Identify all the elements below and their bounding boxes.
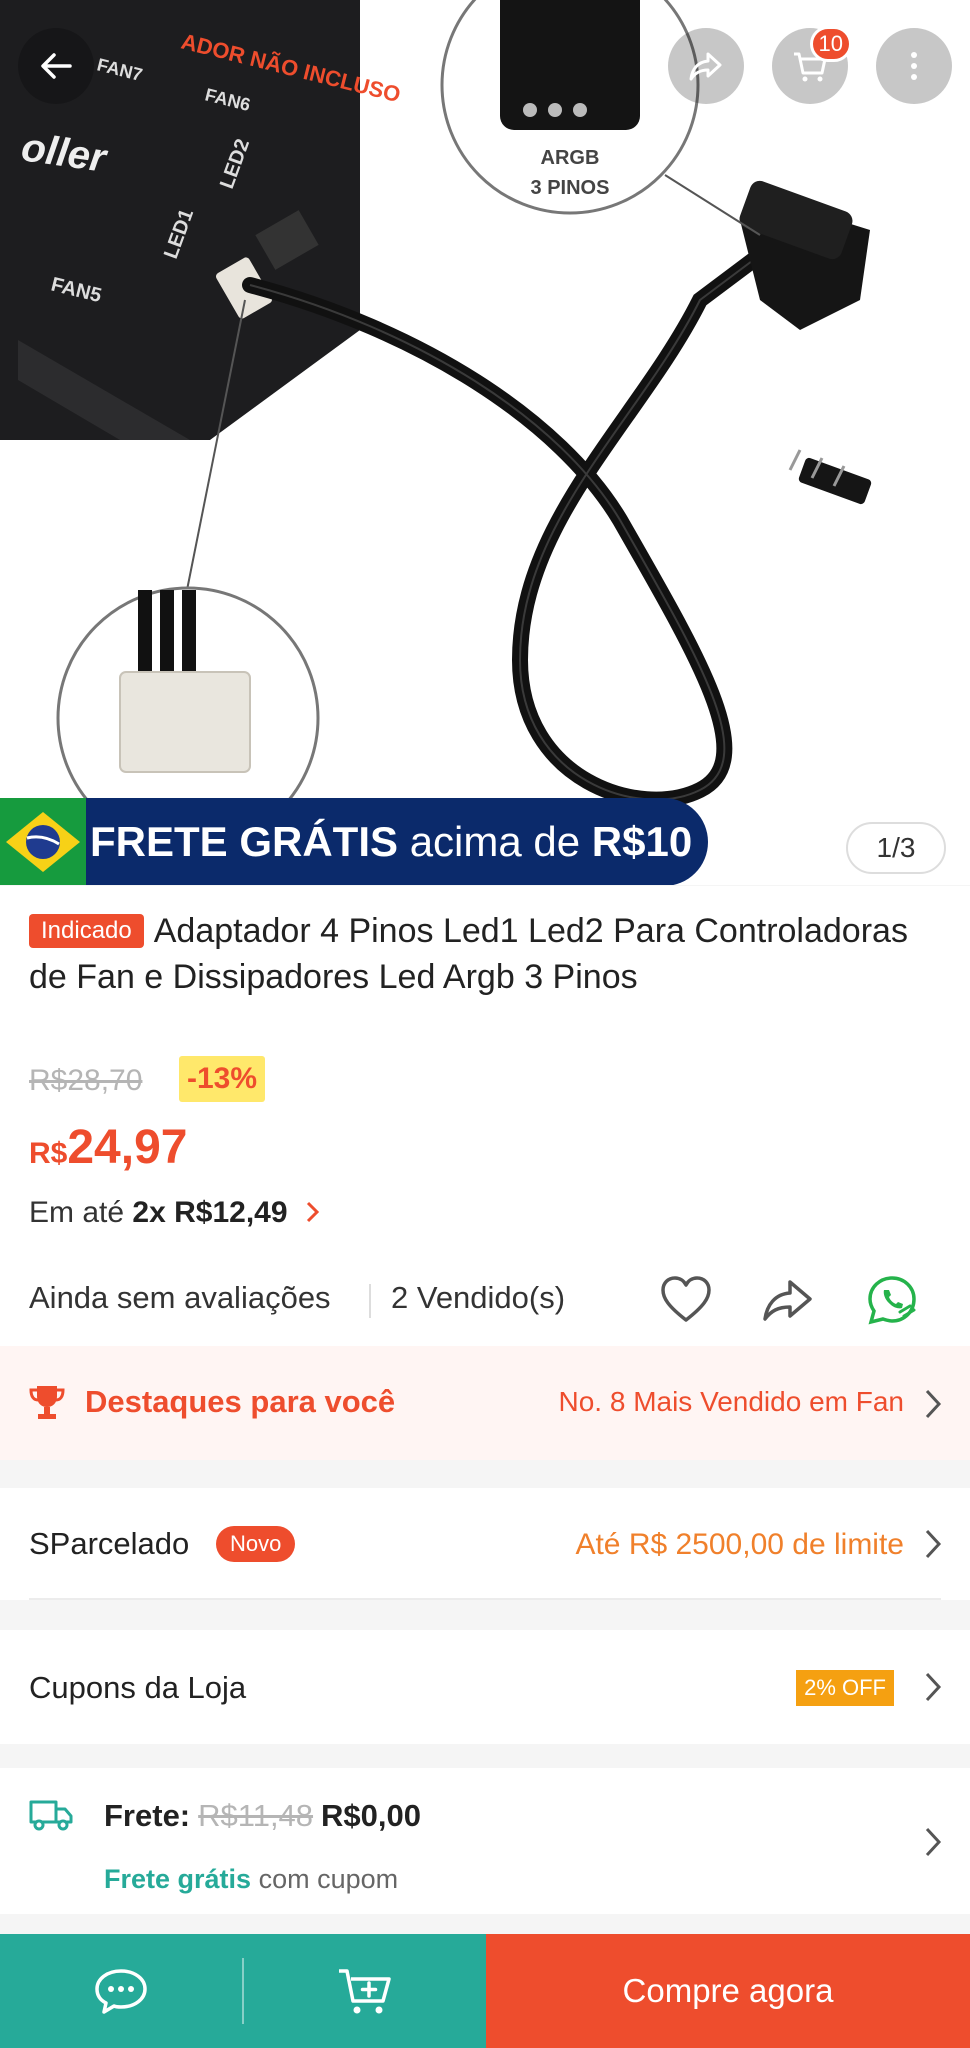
image-text-pins: 3 PINOS [531, 177, 610, 199]
add-to-cart-icon [339, 1969, 391, 2014]
bestseller-rank: No. 8 Mais Vendido em Fan [558, 1386, 904, 1417]
divider [369, 1284, 371, 1318]
divider [242, 1934, 244, 2048]
bottom-action-bar: Compre agora [0, 1934, 970, 2048]
current-price: R$24,97 [29, 1120, 187, 1175]
share-button[interactable] [668, 28, 744, 104]
banner-bold-text: FRETE GRÁTIS [90, 818, 399, 865]
brazil-flag-icon [0, 798, 86, 885]
shipping-price: R$0,00 [321, 1798, 422, 1833]
image-text-argb: ARGB [541, 147, 600, 169]
chevron-right-icon [925, 1389, 942, 1419]
truck-icon [29, 1800, 73, 1831]
original-price: R$28,70 [29, 1064, 143, 1097]
trophy-icon [29, 1386, 65, 1419]
ratings-text[interactable]: Ainda sem avaliações [29, 1280, 331, 1316]
more-options-button[interactable] [876, 28, 952, 104]
more-icon [911, 52, 917, 80]
banner-amount-text: R$10 [591, 818, 693, 865]
installments-prefix: Em até [29, 1196, 125, 1229]
shipping-row[interactable]: Frete: R$11,48 R$0,00 Frete grátis com cup… [0, 1768, 970, 1914]
buy-now-button[interactable]: Compre agora [486, 1934, 970, 2048]
heart-icon[interactable] [658, 1272, 714, 1328]
product-info-section: Indicado Adaptador 4 Pinos Led1 Led2 Para… [0, 886, 970, 1346]
cart-button[interactable]: 10 [772, 26, 852, 104]
sparcelado-row[interactable]: SParcelado Novo Até R$ 2500,00 de limite [0, 1488, 970, 1600]
installments-value: 2x R$12,49 [132, 1196, 288, 1229]
cart-count-badge: 10 [809, 26, 852, 62]
chevron-right-icon [306, 1201, 319, 1223]
whatsapp-icon[interactable] [864, 1272, 920, 1328]
indicado-tag: Indicado [29, 914, 144, 948]
divider [29, 1598, 941, 1600]
free-shipping-note: Frete grátis com cupom [104, 1864, 398, 1895]
free-shipping-suffix: com cupom [258, 1864, 399, 1894]
shipping-label: Frete: [104, 1798, 191, 1833]
coupon-tag: 2% OFF [796, 1670, 894, 1706]
image-counter: 1/3 [846, 822, 946, 874]
product-photo: ADOR NÃO INCLUSO FAN7 FAN6 oller LED2 LE… [0, 0, 970, 885]
discount-badge: -13% [179, 1056, 266, 1102]
sold-count: 2 Vendido(s) [391, 1280, 566, 1315]
share-icon[interactable] [760, 1272, 816, 1328]
chat-button[interactable] [0, 1934, 242, 2048]
banner-regular-text: acima de [409, 818, 581, 865]
shipping-price-line: Frete: R$11,48 R$0,00 [104, 1798, 421, 1834]
store-coupons-row[interactable]: Cupons da Loja 2% OFF [0, 1630, 970, 1744]
highlights-row[interactable]: Destaques para você No. 8 Mais Vendido e… [0, 1346, 970, 1460]
sparcelado-label: SParcelado [29, 1526, 190, 1561]
new-badge: Novo [216, 1526, 296, 1562]
product-image-gallery[interactable]: ADOR NÃO INCLUSO FAN7 FAN6 oller LED2 LE… [0, 0, 970, 885]
installments-link[interactable]: Em até 2x R$12,49 [29, 1196, 322, 1230]
price-value: 24,97 [67, 1121, 188, 1174]
product-title: Adaptador 4 Pinos Led1 Led2 Para Control… [29, 912, 908, 996]
share-icon [689, 52, 722, 81]
chevron-right-icon [925, 1827, 942, 1857]
price-currency: R$ [29, 1137, 68, 1170]
free-shipping-banner: FRETE GRÁTIS acima de R$10 [0, 798, 708, 885]
chevron-right-icon [925, 1672, 942, 1702]
coupons-label: Cupons da Loja [29, 1670, 247, 1705]
shipping-old-price: R$11,48 [198, 1798, 314, 1833]
credit-limit-text: Até R$ 2500,00 de limite [575, 1528, 904, 1561]
product-title-block: Indicado Adaptador 4 Pinos Led1 Led2 Para… [29, 908, 949, 1000]
add-to-cart-button[interactable] [244, 1934, 486, 2048]
back-button[interactable] [18, 28, 94, 104]
chevron-right-icon [925, 1529, 942, 1559]
chat-icon [95, 1969, 147, 2014]
arrow-left-icon [41, 53, 72, 79]
highlights-label: Destaques para você [85, 1384, 396, 1419]
free-shipping-label: Frete grátis [104, 1864, 252, 1894]
